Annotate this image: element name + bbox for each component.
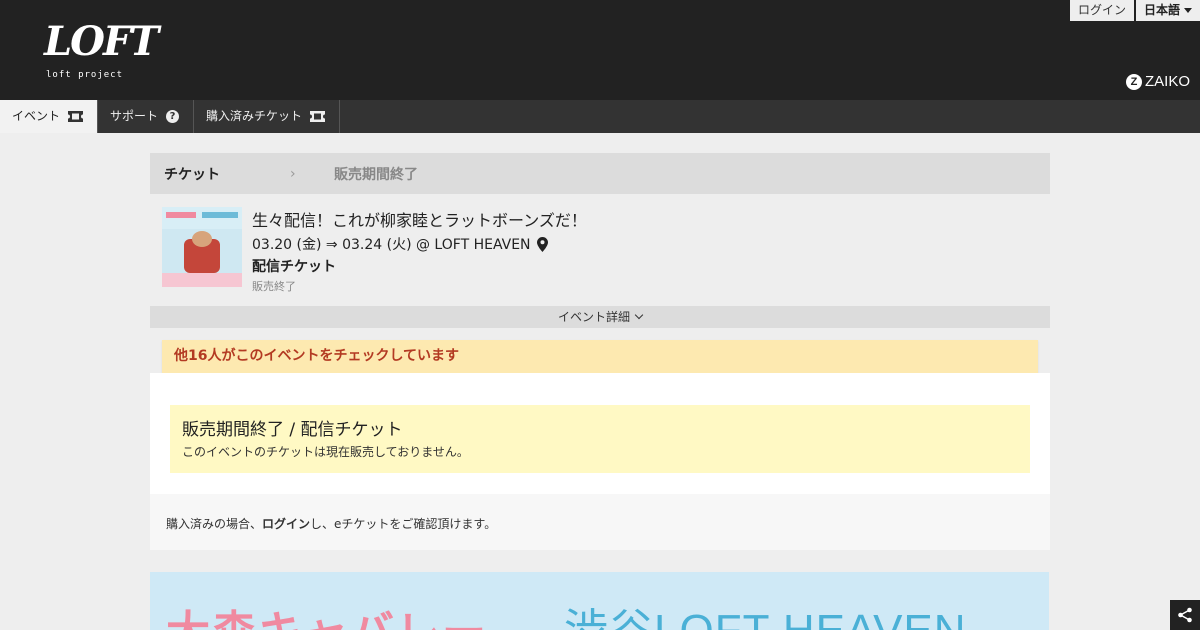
- event-details-toggle[interactable]: イベント詳細: [150, 306, 1050, 328]
- chevron-right-icon: ›: [290, 165, 296, 182]
- language-label: 日本語: [1143, 3, 1180, 17]
- loft-project-logo[interactable]: LOFT loft project: [44, 18, 159, 84]
- language-select[interactable]: 日本語: [1135, 0, 1200, 21]
- ticket-icon: [68, 111, 84, 122]
- zaiko-z-icon: Z: [1125, 73, 1142, 90]
- tab-purchased-label: 購入済みチケット: [206, 109, 303, 123]
- nav-tabs: イベント サポート ? 購入済みチケット: [0, 100, 1200, 133]
- tab-support[interactable]: サポート ?: [98, 100, 195, 133]
- chevron-down-icon: [634, 310, 644, 320]
- site-header: LOFT loft project ログイン 日本語 Z ZAIKO: [0, 0, 1200, 100]
- banner-left-text: 大森キャバレー: [166, 596, 488, 630]
- event-banner: 大森キャバレー 渋谷LOFT HEAVEN: [150, 572, 1049, 630]
- event-date-venue-text: 03.20 (金) ⇒ 03.24 (火) @ LOFT HEAVEN: [252, 237, 531, 253]
- event-info: 生々配信！これが柳家睦とラットボーンズだ！ 03.20 (金) ⇒ 03.24 …: [150, 194, 1050, 306]
- tab-events-label: イベント: [12, 109, 61, 123]
- logo-subtitle: loft project: [46, 70, 124, 80]
- zaiko-logo[interactable]: Z ZAIKO: [1125, 73, 1190, 90]
- help-icon: ?: [166, 110, 180, 123]
- ticket-area: 販売期間終了 / 配信チケット このイベントのチケットは現在販売しておりません。: [150, 373, 1050, 494]
- tab-purchased-tickets[interactable]: 購入済みチケット: [194, 100, 341, 133]
- event-title: 生々配信！これが柳家睦とラットボーンズだ！: [252, 211, 587, 230]
- breadcrumb-step-ended: 販売期間終了: [334, 166, 418, 183]
- tab-events[interactable]: イベント: [0, 100, 99, 133]
- event-status: 販売終了: [252, 280, 296, 293]
- sales-ended-subtitle: このイベントのチケットは現在販売しておりません。: [182, 445, 469, 459]
- map-pin-icon[interactable]: [536, 236, 548, 252]
- breadcrumb-step-ticket[interactable]: チケット: [150, 164, 290, 184]
- event-details-label: イベント詳細: [557, 310, 630, 324]
- share-button[interactable]: [1170, 600, 1200, 630]
- purchase-note: 購入済みの場合、ログインし、eチケットをご確認頂けます。: [150, 494, 1050, 550]
- ticket-icon: [310, 111, 326, 122]
- check-count-notice: 他16人がこのイベントをチェックしています: [162, 340, 1038, 373]
- caret-down-icon: [1184, 8, 1192, 13]
- tab-support-label: サポート: [110, 109, 159, 123]
- event-date-venue: 03.20 (金) ⇒ 03.24 (火) @ LOFT HEAVEN: [252, 234, 548, 254]
- logo-mark: LOFT: [44, 18, 159, 65]
- sales-ended-title: 販売期間終了 / 配信チケット: [182, 420, 403, 440]
- purchase-note-prefix: 購入済みの場合、: [166, 517, 263, 531]
- event-ticket-type: 配信チケット: [252, 259, 336, 275]
- event-thumbnail[interactable]: [162, 207, 242, 287]
- sales-ended-box: 販売期間終了 / 配信チケット このイベントのチケットは現在販売しておりません。: [170, 405, 1030, 473]
- top-right-controls: ログイン 日本語: [1069, 0, 1200, 21]
- zaiko-brand: ZAIKO: [1144, 73, 1190, 90]
- check-notice-wrap: 他16人がこのイベントをチェックしています: [150, 328, 1050, 373]
- login-link[interactable]: ログイン: [1069, 0, 1134, 21]
- purchase-note-suffix: し、eチケットをご確認頂けます。: [310, 517, 497, 531]
- purchase-note-login-link[interactable]: ログイン: [262, 517, 310, 531]
- breadcrumb: チケット › 販売期間終了: [150, 153, 1050, 194]
- banner-right-text: 渋谷LOFT HEAVEN: [564, 594, 967, 630]
- share-icon: [1178, 607, 1192, 623]
- ticket-panel: チケット › 販売期間終了 生々配信！これが柳家睦とラットボーンズだ！ 03.2…: [150, 153, 1050, 550]
